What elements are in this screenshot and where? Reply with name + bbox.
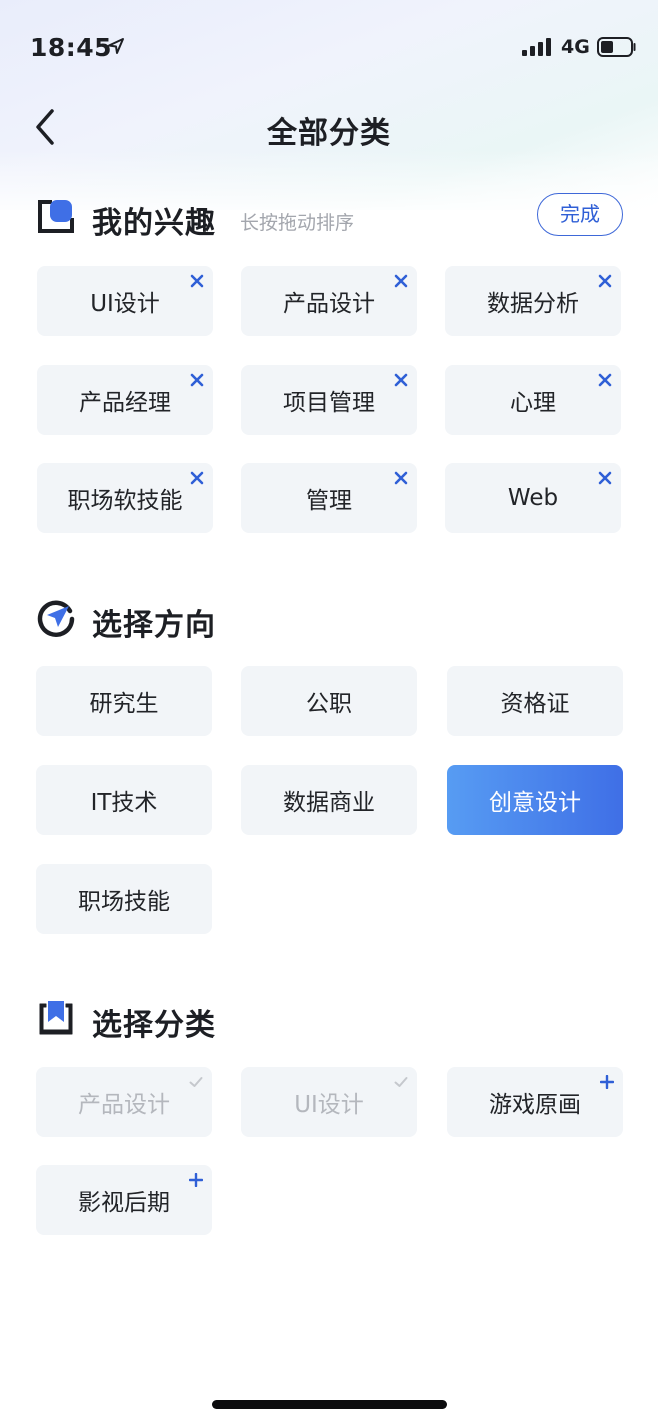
category-tag-added[interactable]: 产品设计: [36, 1067, 212, 1137]
tag-label: 职场软技能: [67, 488, 183, 514]
tag-label: 创意设计: [489, 790, 581, 816]
check-icon: [189, 1077, 203, 1087]
tag-label: UI设计: [90, 291, 160, 317]
category-tag[interactable]: 游戏原画: [447, 1067, 623, 1137]
interest-tag[interactable]: 产品设计: [241, 266, 417, 336]
direction-tag[interactable]: IT技术: [36, 765, 212, 835]
home-indicator[interactable]: [212, 1400, 447, 1409]
interests-title: 我的兴趣: [92, 206, 216, 241]
remove-x-icon[interactable]: [394, 471, 408, 485]
plus-icon[interactable]: [600, 1075, 614, 1089]
interest-tag[interactable]: 管理: [241, 463, 417, 533]
direction-tag[interactable]: 资格证: [447, 666, 623, 736]
tag-label: 研究生: [89, 691, 159, 717]
category-title: 选择分类: [92, 1008, 216, 1043]
category-tag[interactable]: 影视后期: [36, 1165, 212, 1235]
bookmark-book-icon: [39, 1001, 73, 1035]
direction-tag-selected[interactable]: 创意设计: [447, 765, 623, 835]
direction-tag[interactable]: 公职: [241, 666, 417, 736]
direction-title: 选择方向: [92, 608, 216, 643]
location-arrow-icon: [108, 38, 124, 54]
tag-label: UI设计: [294, 1092, 364, 1118]
remove-x-icon[interactable]: [598, 274, 612, 288]
check-icon: [394, 1077, 408, 1087]
tag-label: 项目管理: [283, 390, 375, 416]
done-button[interactable]: 完成: [537, 193, 623, 236]
tag-label: Web: [507, 485, 559, 511]
interests-hint: 长按拖动排序: [240, 212, 355, 234]
remove-x-icon[interactable]: [394, 373, 408, 387]
interest-tag[interactable]: 产品经理: [37, 365, 213, 435]
remove-x-icon[interactable]: [190, 471, 204, 485]
tag-label: 职场技能: [78, 889, 170, 915]
bookmark-folder-icon: [38, 200, 74, 233]
plus-icon[interactable]: [189, 1173, 203, 1187]
interest-tag[interactable]: UI设计: [37, 266, 213, 336]
tag-label: 数据分析: [487, 291, 579, 317]
battery-icon: [597, 37, 636, 57]
interest-tag[interactable]: 心理: [445, 365, 621, 435]
tag-label: 公职: [306, 691, 352, 717]
remove-x-icon[interactable]: [190, 373, 204, 387]
interest-tag[interactable]: 项目管理: [241, 365, 417, 435]
tag-label: 产品设计: [283, 291, 375, 317]
interest-tag[interactable]: 数据分析: [445, 266, 621, 336]
direction-tag[interactable]: 职场技能: [36, 864, 212, 934]
interest-tag[interactable]: Web: [445, 463, 621, 533]
page-title: 全部分类: [267, 116, 391, 151]
tag-label: 心理: [510, 390, 556, 416]
tag-label: IT技术: [90, 790, 158, 816]
tag-label: 资格证: [500, 691, 570, 717]
remove-x-icon[interactable]: [598, 373, 612, 387]
tag-label: 游戏原画: [489, 1092, 581, 1118]
tag-label: 产品设计: [78, 1092, 170, 1118]
direction-tag[interactable]: 数据商业: [241, 765, 417, 835]
interest-tag[interactable]: 职场软技能: [37, 463, 213, 533]
tag-label: 管理: [306, 488, 352, 514]
tag-label: 影视后期: [78, 1190, 170, 1216]
remove-x-icon[interactable]: [598, 471, 612, 485]
network-type: 4G: [561, 36, 590, 58]
remove-x-icon[interactable]: [394, 274, 408, 288]
compass-icon: [37, 600, 75, 637]
tag-label: 数据商业: [283, 790, 375, 816]
status-time: 18:45: [30, 33, 113, 62]
signal-icon: [522, 38, 551, 56]
remove-x-icon[interactable]: [190, 274, 204, 288]
tag-label: 产品经理: [79, 390, 171, 416]
category-tag-added[interactable]: UI设计: [241, 1067, 417, 1137]
direction-tag[interactable]: 研究生: [36, 666, 212, 736]
